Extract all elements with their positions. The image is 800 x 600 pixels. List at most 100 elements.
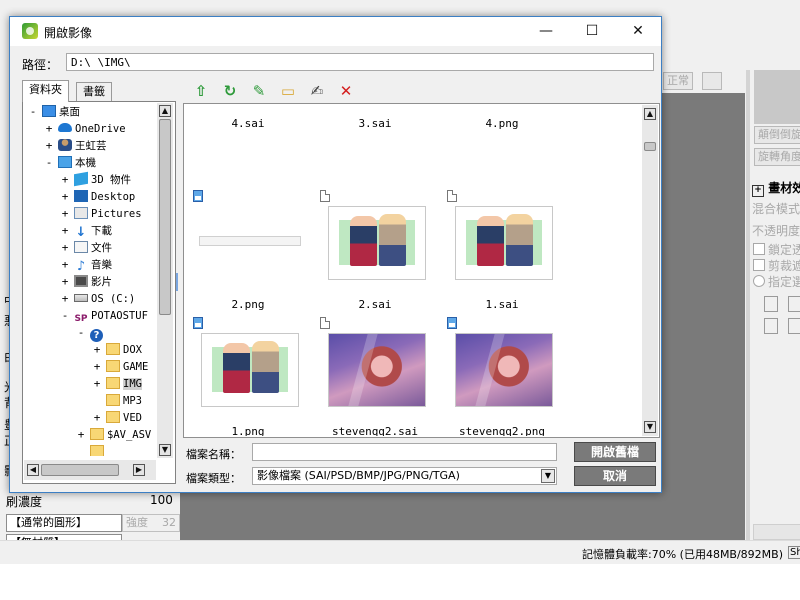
dialog-titlebar[interactable]: 開啟影像 — ☐ ✕ (10, 17, 661, 46)
rotate-angle-button[interactable]: 旋轉角度 (754, 148, 800, 166)
tab-folders[interactable]: 資料夾 (22, 80, 69, 102)
file-item[interactable]: stevenqq2.sai (312, 313, 438, 436)
file-item[interactable]: 4.sai (185, 105, 311, 131)
expand-icon[interactable]: + (92, 359, 102, 375)
expand-icon[interactable]: + (60, 240, 70, 256)
tree-item[interactable]: MP3 (92, 393, 142, 409)
scroll-down-icon[interactable]: ▼ (644, 421, 656, 433)
plus-box-icon[interactable]: + (752, 185, 764, 197)
tree-item[interactable]: + GAME (92, 359, 148, 375)
expand-icon[interactable]: + (60, 274, 70, 290)
file-item[interactable]: 3.sai (312, 105, 438, 131)
tree-hscrollbar[interactable]: ◀ ▶ (24, 460, 156, 480)
open-button[interactable]: 開啟舊檔 (574, 442, 656, 462)
filetype-select[interactable]: 影像檔案 (SAI/PSD/BMP/JPG/PNG/TGA) ▼ (252, 467, 557, 485)
close-button[interactable]: ✕ (615, 17, 661, 46)
file-item[interactable]: 2.png (185, 186, 311, 312)
copy-layer-icon[interactable] (764, 318, 778, 334)
tab-bookmarks[interactable]: 書籤 (76, 82, 112, 101)
tree-item[interactable]: + ♪ 音樂 (60, 257, 112, 273)
rename-icon[interactable]: ✍ (307, 81, 327, 101)
up-folder-icon[interactable]: ⇧ (191, 81, 211, 101)
scroll-up-icon[interactable]: ▲ (159, 105, 171, 117)
tree-item[interactable]: + $AV_ASV (76, 427, 151, 443)
collapse-icon[interactable]: - (76, 325, 86, 341)
tree-item[interactable]: + 王虹芸 (44, 138, 107, 154)
tree-item[interactable]: + 影片 (60, 274, 112, 290)
expand-icon[interactable]: + (92, 342, 102, 358)
expand-icon[interactable]: + (60, 291, 70, 307)
file-item[interactable]: stevenqq2.png (439, 313, 565, 436)
expand-icon[interactable]: + (92, 410, 102, 426)
tree-item[interactable]: + OneDrive (44, 121, 126, 137)
mode-option-button[interactable] (702, 72, 722, 90)
minimize-button[interactable]: — (523, 17, 569, 46)
panel-splitter[interactable] (746, 70, 750, 540)
file-item[interactable]: 1.sai (439, 186, 565, 312)
expand-icon[interactable]: + (60, 206, 70, 222)
tree-item[interactable]: + OS (C:) (60, 291, 136, 307)
file-item[interactable]: 4.png (439, 105, 565, 131)
refresh-icon[interactable]: ↻ (220, 81, 240, 101)
bookmark-icon[interactable]: ✎ (249, 81, 269, 101)
tree-vscroll-thumb[interactable] (159, 119, 171, 315)
tree-item[interactable]: + Pictures (60, 206, 142, 222)
expand-icon[interactable]: + (44, 121, 54, 137)
scroll-up-icon[interactable]: ▲ (644, 108, 656, 120)
new-layer-set-icon[interactable] (788, 296, 800, 312)
collapse-icon[interactable]: - (60, 308, 70, 324)
brush-shape-select[interactable]: 【通常的圓形】 (6, 514, 122, 532)
expand-icon[interactable]: + (60, 189, 70, 205)
tree-item-label: 音樂 (91, 259, 112, 271)
select-radio[interactable] (753, 275, 765, 287)
scroll-down-icon[interactable]: ▼ (159, 444, 171, 456)
scroll-left-icon[interactable]: ◀ (27, 464, 39, 476)
tree-item[interactable]: - 桌面 (28, 104, 80, 120)
chevron-down-icon[interactable]: ▼ (541, 469, 555, 483)
tree-item[interactable]: - 本機 (44, 155, 96, 171)
tree-item[interactable]: + Desktop (60, 189, 135, 205)
lock-checkbox[interactable] (753, 243, 765, 255)
tree-item[interactable] (76, 444, 107, 456)
tree-item[interactable]: + ↓ 下載 (60, 223, 112, 239)
tree-item[interactable]: + VED (92, 410, 142, 426)
tree-vscrollbar[interactable]: ▲ ▼ (157, 103, 173, 458)
scroll-right-icon[interactable]: ▶ (133, 464, 145, 476)
file-item[interactable]: 2.sai (312, 186, 438, 312)
file-item[interactable]: 1.png (185, 313, 311, 436)
new-folder-icon[interactable]: ▭ (278, 81, 298, 101)
grid-vscrollbar[interactable]: ▲ ▼ (642, 105, 658, 436)
new-layer-icon[interactable] (764, 296, 778, 312)
expand-icon[interactable]: + (60, 172, 70, 188)
merge-layer-icon[interactable] (788, 318, 800, 334)
tree-item[interactable]: -? (76, 325, 106, 342)
expand-icon[interactable]: + (76, 427, 86, 443)
grid-vscroll-thumb[interactable] (644, 142, 656, 151)
pane-splitter-handle[interactable] (176, 273, 178, 291)
tree-item[interactable]: +3D 物件 (60, 171, 131, 188)
rotate-mirror-button[interactable]: 顛倒倒旋 (754, 126, 800, 144)
desktop-area (0, 564, 800, 600)
path-input[interactable]: D:\ \IMG\ (66, 53, 654, 71)
collapse-icon[interactable]: - (44, 155, 54, 171)
tree-item[interactable]: + DOX (92, 342, 142, 358)
delete-icon[interactable]: ✕ (336, 81, 356, 101)
brush-density-value[interactable]: 100 (150, 493, 173, 507)
expand-icon[interactable]: + (60, 257, 70, 273)
clip-checkbox[interactable] (753, 259, 765, 271)
layer-hscrollbar[interactable] (753, 524, 800, 540)
tree-item[interactable]: - SP POTAOSTUF (60, 308, 148, 325)
strength1-field[interactable]: 強度 32 (122, 514, 180, 532)
filename-input[interactable] (252, 443, 557, 461)
tree-item[interactable]: + 文件 (60, 240, 112, 256)
collapse-icon[interactable]: - (28, 104, 38, 120)
expand-icon[interactable]: + (44, 138, 54, 154)
cloud-icon (58, 123, 72, 132)
expand-icon[interactable]: + (60, 223, 70, 239)
maximize-button[interactable]: ☐ (569, 17, 615, 46)
blend-mode-button[interactable]: 正常 (663, 72, 693, 90)
expand-icon[interactable]: + (92, 376, 102, 392)
tree-item[interactable]: + IMG (92, 376, 142, 392)
cancel-button[interactable]: 取消 (574, 466, 656, 486)
tree-hscroll-thumb[interactable] (41, 464, 119, 476)
